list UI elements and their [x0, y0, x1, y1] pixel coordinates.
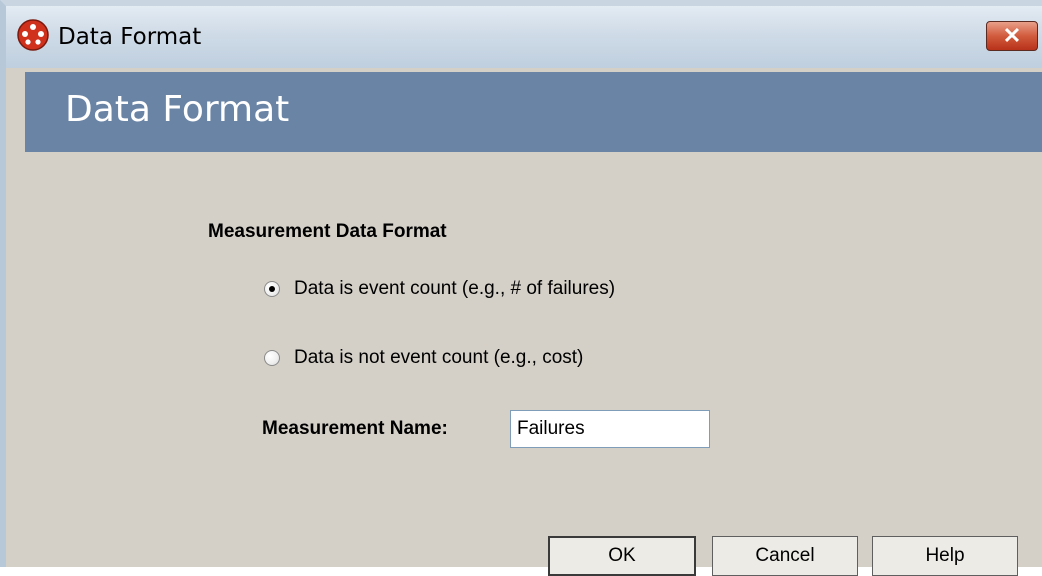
measurement-name-input[interactable] [510, 410, 710, 448]
help-button[interactable]: Help [872, 536, 1018, 576]
radio-label-event-count: Data is event count (e.g., # of failures… [294, 278, 616, 299]
radio-button-selected[interactable] [264, 281, 280, 297]
radio-event-count[interactable]: Data is event count (e.g., # of failures… [264, 278, 615, 300]
app-logo-icon [17, 19, 49, 51]
close-icon: ✕ [1002, 23, 1022, 48]
measurement-name-label: Measurement Name: [262, 418, 448, 439]
section-label: Measurement Data Format [208, 221, 447, 242]
cancel-button[interactable]: Cancel [712, 536, 858, 576]
ok-button[interactable]: OK [548, 536, 696, 576]
dialog-window: Data Format ✕ Data Format Measurement Da… [0, 0, 1042, 576]
radio-not-event-count[interactable]: Data is not event count (e.g., cost) [264, 347, 583, 369]
radio-label-not-event-count: Data is not event count (e.g., cost) [294, 347, 584, 368]
title-bar: Data Format ✕ [6, 6, 1042, 68]
form-area: Measurement Data Format Data is event co… [6, 152, 1042, 576]
close-button[interactable]: ✕ [986, 21, 1038, 51]
window-title: Data Format [58, 24, 202, 50]
header-banner: Data Format [25, 72, 1042, 152]
radio-button-unselected[interactable] [264, 350, 280, 366]
page-title: Data Format [65, 89, 290, 130]
